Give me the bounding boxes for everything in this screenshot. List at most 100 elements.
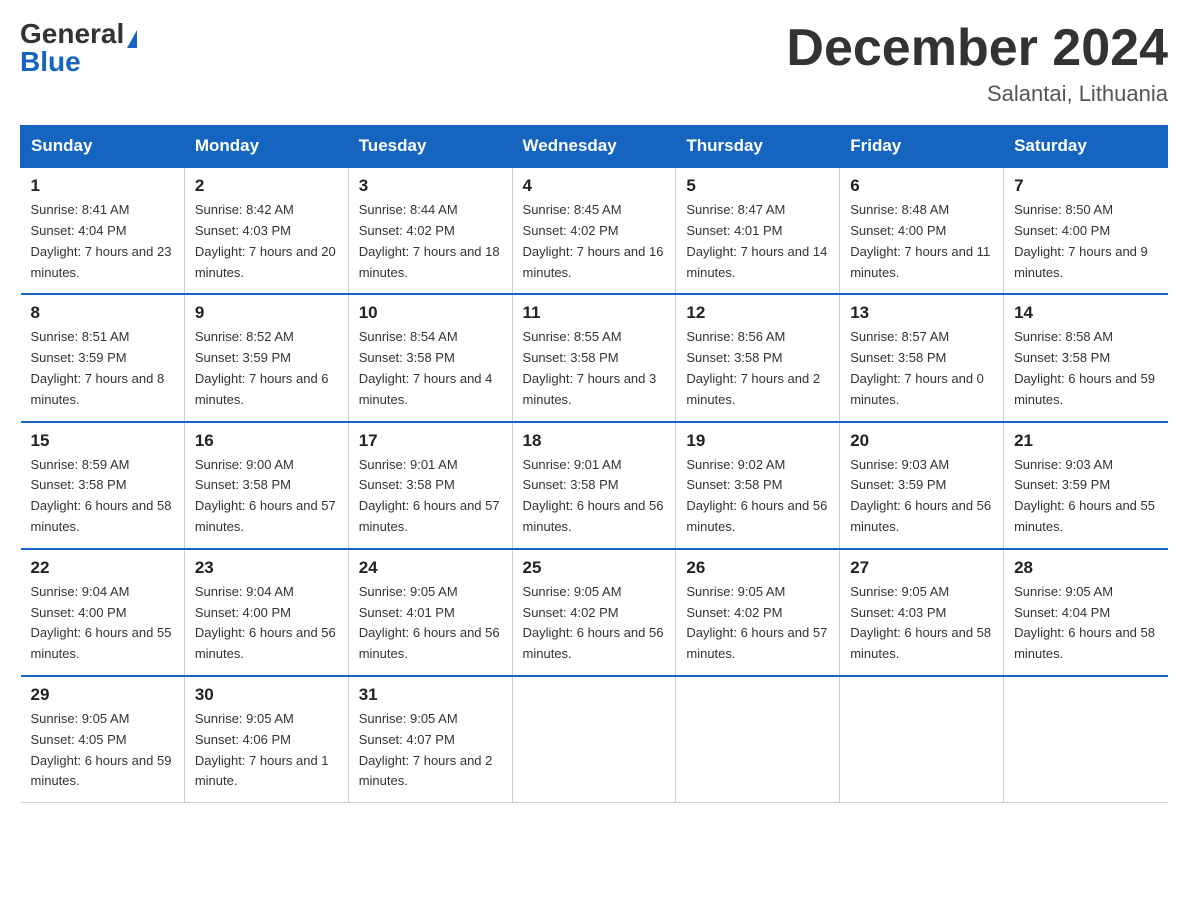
logo: General Blue: [20, 20, 137, 76]
sunrise-label: Sunrise: 8:55 AM: [523, 329, 622, 344]
header-tuesday: Tuesday: [348, 126, 512, 168]
calendar-week-row: 8 Sunrise: 8:51 AM Sunset: 3:59 PM Dayli…: [21, 294, 1168, 421]
daylight-label: Daylight: 7 hours and 23 minutes.: [31, 244, 172, 280]
sunset-label: Sunset: 3:58 PM: [686, 350, 782, 365]
day-number: 28: [1014, 558, 1157, 578]
daylight-label: Daylight: 7 hours and 3 minutes.: [523, 371, 657, 407]
calendar-day-cell: 22 Sunrise: 9:04 AM Sunset: 4:00 PM Dayl…: [21, 549, 185, 676]
daylight-label: Daylight: 6 hours and 58 minutes.: [1014, 625, 1155, 661]
sunset-label: Sunset: 4:02 PM: [523, 605, 619, 620]
sunset-label: Sunset: 4:04 PM: [1014, 605, 1110, 620]
calendar-day-cell: 14 Sunrise: 8:58 AM Sunset: 3:58 PM Dayl…: [1004, 294, 1168, 421]
calendar-week-row: 15 Sunrise: 8:59 AM Sunset: 3:58 PM Dayl…: [21, 422, 1168, 549]
calendar-day-cell: 23 Sunrise: 9:04 AM Sunset: 4:00 PM Dayl…: [184, 549, 348, 676]
calendar-day-cell: [512, 676, 676, 803]
sunrise-label: Sunrise: 9:04 AM: [31, 584, 130, 599]
calendar-day-cell: 10 Sunrise: 8:54 AM Sunset: 3:58 PM Dayl…: [348, 294, 512, 421]
calendar-day-cell: 17 Sunrise: 9:01 AM Sunset: 3:58 PM Dayl…: [348, 422, 512, 549]
calendar-day-cell: 26 Sunrise: 9:05 AM Sunset: 4:02 PM Dayl…: [676, 549, 840, 676]
daylight-label: Daylight: 7 hours and 1 minute.: [195, 753, 329, 789]
title-block: December 2024 Salantai, Lithuania: [786, 20, 1168, 107]
calendar-day-cell: 5 Sunrise: 8:47 AM Sunset: 4:01 PM Dayli…: [676, 167, 840, 294]
location: Salantai, Lithuania: [786, 81, 1168, 107]
day-number: 7: [1014, 176, 1157, 196]
day-number: 30: [195, 685, 338, 705]
day-number: 5: [686, 176, 829, 196]
calendar-day-cell: 13 Sunrise: 8:57 AM Sunset: 3:58 PM Dayl…: [840, 294, 1004, 421]
sunset-label: Sunset: 3:58 PM: [686, 477, 782, 492]
logo-general-text: General: [20, 18, 124, 49]
sunset-label: Sunset: 3:58 PM: [1014, 350, 1110, 365]
day-info: Sunrise: 8:48 AM Sunset: 4:00 PM Dayligh…: [850, 200, 993, 283]
calendar-day-cell: 27 Sunrise: 9:05 AM Sunset: 4:03 PM Dayl…: [840, 549, 1004, 676]
day-number: 20: [850, 431, 993, 451]
sunrise-label: Sunrise: 9:05 AM: [195, 711, 294, 726]
daylight-label: Daylight: 6 hours and 57 minutes.: [195, 498, 336, 534]
daylight-label: Daylight: 6 hours and 57 minutes.: [686, 625, 827, 661]
day-info: Sunrise: 9:02 AM Sunset: 3:58 PM Dayligh…: [686, 455, 829, 538]
sunrise-label: Sunrise: 9:05 AM: [31, 711, 130, 726]
sunrise-label: Sunrise: 8:56 AM: [686, 329, 785, 344]
logo-blue-text: Blue: [20, 48, 81, 76]
calendar-day-cell: [1004, 676, 1168, 803]
sunrise-label: Sunrise: 9:05 AM: [850, 584, 949, 599]
daylight-label: Daylight: 7 hours and 0 minutes.: [850, 371, 984, 407]
header-monday: Monday: [184, 126, 348, 168]
sunrise-label: Sunrise: 8:42 AM: [195, 202, 294, 217]
day-info: Sunrise: 9:00 AM Sunset: 3:58 PM Dayligh…: [195, 455, 338, 538]
daylight-label: Daylight: 6 hours and 56 minutes.: [359, 625, 500, 661]
calendar-day-cell: 31 Sunrise: 9:05 AM Sunset: 4:07 PM Dayl…: [348, 676, 512, 803]
sunrise-label: Sunrise: 8:45 AM: [523, 202, 622, 217]
calendar-day-cell: [676, 676, 840, 803]
logo-general-line: General: [20, 20, 137, 48]
header-wednesday: Wednesday: [512, 126, 676, 168]
sunrise-label: Sunrise: 9:03 AM: [1014, 457, 1113, 472]
daylight-label: Daylight: 7 hours and 18 minutes.: [359, 244, 500, 280]
day-number: 14: [1014, 303, 1157, 323]
day-info: Sunrise: 9:05 AM Sunset: 4:02 PM Dayligh…: [523, 582, 666, 665]
calendar-day-cell: 16 Sunrise: 9:00 AM Sunset: 3:58 PM Dayl…: [184, 422, 348, 549]
sunrise-label: Sunrise: 9:05 AM: [1014, 584, 1113, 599]
sunrise-label: Sunrise: 8:58 AM: [1014, 329, 1113, 344]
sunset-label: Sunset: 3:59 PM: [850, 477, 946, 492]
day-info: Sunrise: 9:01 AM Sunset: 3:58 PM Dayligh…: [523, 455, 666, 538]
sunset-label: Sunset: 3:59 PM: [195, 350, 291, 365]
calendar-table: Sunday Monday Tuesday Wednesday Thursday…: [20, 125, 1168, 803]
day-number: 19: [686, 431, 829, 451]
sunrise-label: Sunrise: 8:44 AM: [359, 202, 458, 217]
calendar-day-cell: 18 Sunrise: 9:01 AM Sunset: 3:58 PM Dayl…: [512, 422, 676, 549]
calendar-day-cell: 20 Sunrise: 9:03 AM Sunset: 3:59 PM Dayl…: [840, 422, 1004, 549]
daylight-label: Daylight: 6 hours and 58 minutes.: [31, 498, 172, 534]
day-info: Sunrise: 8:44 AM Sunset: 4:02 PM Dayligh…: [359, 200, 502, 283]
header-friday: Friday: [840, 126, 1004, 168]
calendar-day-cell: 9 Sunrise: 8:52 AM Sunset: 3:59 PM Dayli…: [184, 294, 348, 421]
sunset-label: Sunset: 4:02 PM: [359, 223, 455, 238]
day-number: 2: [195, 176, 338, 196]
day-info: Sunrise: 9:04 AM Sunset: 4:00 PM Dayligh…: [195, 582, 338, 665]
calendar-day-cell: 1 Sunrise: 8:41 AM Sunset: 4:04 PM Dayli…: [21, 167, 185, 294]
sunset-label: Sunset: 4:06 PM: [195, 732, 291, 747]
daylight-label: Daylight: 7 hours and 2 minutes.: [686, 371, 820, 407]
sunrise-label: Sunrise: 8:41 AM: [31, 202, 130, 217]
sunset-label: Sunset: 4:01 PM: [686, 223, 782, 238]
daylight-label: Daylight: 6 hours and 55 minutes.: [1014, 498, 1155, 534]
sunset-label: Sunset: 4:03 PM: [195, 223, 291, 238]
daylight-label: Daylight: 6 hours and 59 minutes.: [31, 753, 172, 789]
calendar-day-cell: 12 Sunrise: 8:56 AM Sunset: 3:58 PM Dayl…: [676, 294, 840, 421]
calendar-day-cell: 2 Sunrise: 8:42 AM Sunset: 4:03 PM Dayli…: [184, 167, 348, 294]
daylight-label: Daylight: 6 hours and 56 minutes.: [523, 625, 664, 661]
daylight-label: Daylight: 7 hours and 6 minutes.: [195, 371, 329, 407]
sunset-label: Sunset: 4:00 PM: [31, 605, 127, 620]
sunrise-label: Sunrise: 9:01 AM: [359, 457, 458, 472]
day-number: 13: [850, 303, 993, 323]
sunset-label: Sunset: 3:58 PM: [523, 477, 619, 492]
sunset-label: Sunset: 4:04 PM: [31, 223, 127, 238]
sunset-label: Sunset: 4:03 PM: [850, 605, 946, 620]
sunset-label: Sunset: 4:00 PM: [850, 223, 946, 238]
day-number: 23: [195, 558, 338, 578]
day-info: Sunrise: 8:59 AM Sunset: 3:58 PM Dayligh…: [31, 455, 174, 538]
day-number: 17: [359, 431, 502, 451]
sunrise-label: Sunrise: 9:02 AM: [686, 457, 785, 472]
sunset-label: Sunset: 3:59 PM: [1014, 477, 1110, 492]
sunset-label: Sunset: 4:00 PM: [195, 605, 291, 620]
